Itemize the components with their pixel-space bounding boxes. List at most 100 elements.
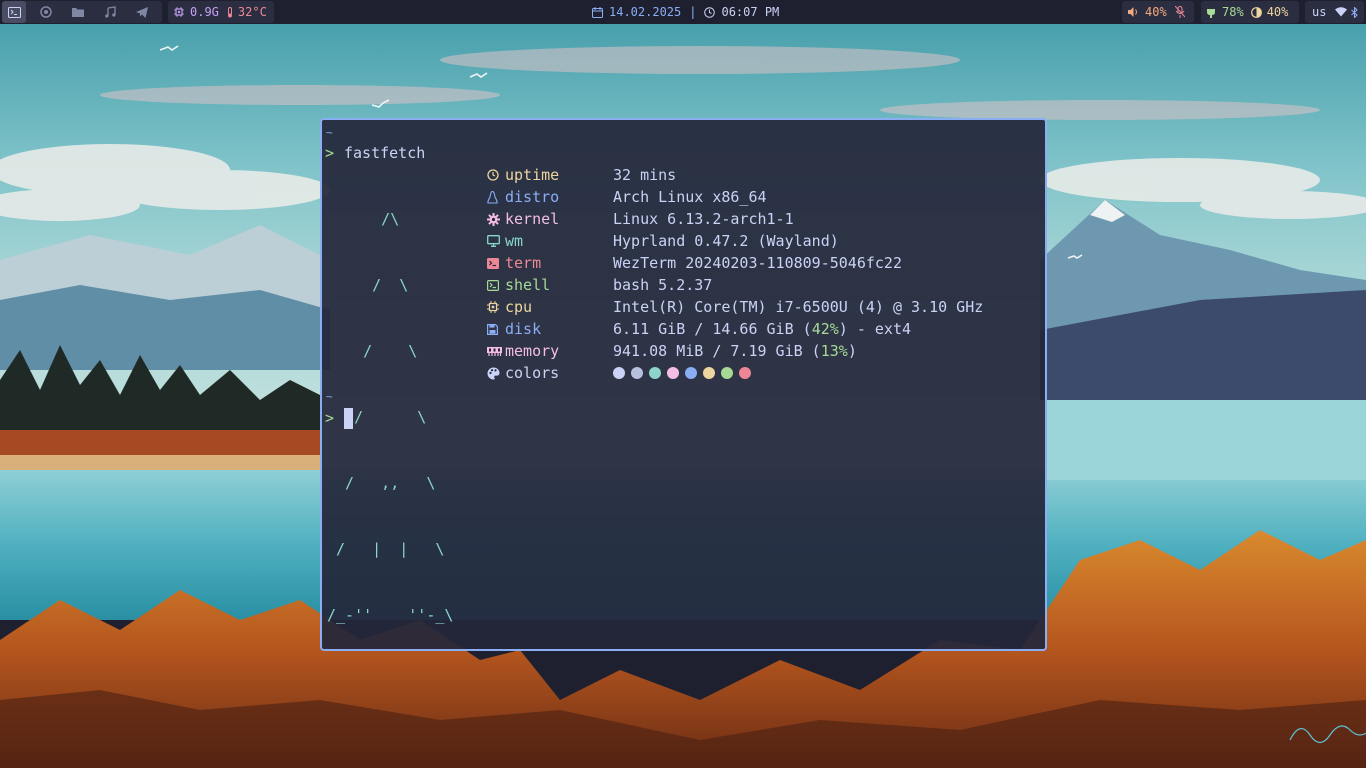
memory-icon <box>487 340 505 362</box>
info-row-kernel: kernel Linux 6.13.2-arch1-1 <box>487 208 794 230</box>
workspace-music[interactable] <box>98 1 122 23</box>
info-value: 6.11 GiB / 14.66 GiB (42%) - ext4 <box>613 318 911 340</box>
disk-fs-text: ) - ext4 <box>838 320 912 338</box>
memory-usage-text: 941.08 MiB / 7.19 GiB ( <box>613 342 821 360</box>
clock-icon <box>704 6 716 18</box>
clock-separator: | <box>689 5 697 19</box>
memory-usage-percent: 13% <box>820 342 848 360</box>
info-value: Linux 6.13.2-arch1-1 <box>613 210 794 228</box>
workspaces <box>2 1 162 23</box>
palette-dot <box>613 367 625 379</box>
wifi-icon[interactable] <box>1335 7 1348 17</box>
volume-icon <box>1128 7 1137 17</box>
info-key: distro <box>505 188 560 206</box>
memory-usage: 0.9G <box>190 5 219 19</box>
folder-icon <box>72 8 84 17</box>
palette-dot <box>631 367 643 379</box>
thermometer-icon <box>227 6 232 17</box>
info-key: wm <box>505 232 524 250</box>
brightness-icon <box>1250 6 1262 18</box>
clock[interactable]: 14.02.2025 | 06:07 PM <box>586 1 782 23</box>
color-palette <box>613 362 751 384</box>
logo-line: / | | \ <box>327 540 445 558</box>
prompt-symbol: > <box>325 144 335 162</box>
info-row-wm: wm Hyprland 0.47.2 (Wayland) <box>487 230 839 252</box>
gear-icon <box>487 208 505 230</box>
logo-line: /_-'' ''-_\ <box>327 606 454 624</box>
workspace-browser[interactable] <box>34 1 58 23</box>
volume-level: 40% <box>1145 5 1167 19</box>
info-value: 941.08 MiB / 7.19 GiB (13%) <box>613 340 857 362</box>
terminal-icon <box>487 252 505 274</box>
top-bar: 0.9G 32°C 14.02.2025 | 06:07 PM 40% 78% … <box>0 0 1366 24</box>
info-row-distro: distro Arch Linux x86_64 <box>487 186 767 208</box>
time-label: 06:07 PM <box>721 5 780 19</box>
info-key: shell <box>505 276 551 294</box>
logo-line: / \ <box>327 342 418 360</box>
info-row-uptime: uptime 32 mins <box>487 164 676 186</box>
date-label: 14.02.2025 <box>609 5 682 19</box>
cwd-indicator: ~ <box>326 390 333 403</box>
cpu-temperature: 32°C <box>237 5 267 19</box>
mic-muted-icon[interactable] <box>1174 6 1185 18</box>
bluetooth-icon[interactable] <box>1351 6 1359 18</box>
info-key: term <box>505 254 542 272</box>
palette-dot <box>685 367 697 379</box>
logo-line: /\ <box>327 210 400 228</box>
battery-charging-icon <box>1207 6 1215 18</box>
keyboard-layout[interactable]: us <box>1312 5 1326 19</box>
workspace-terminal[interactable] <box>2 1 26 23</box>
palette-dot <box>649 367 661 379</box>
info-row-cpu: cpu Intel(R) Core(TM) i7-6500U (4) @ 3.1… <box>487 296 983 318</box>
battery-level: 78% <box>1222 5 1244 19</box>
info-value: Arch Linux x86_64 <box>613 188 767 206</box>
info-row-colors: colors <box>487 362 751 384</box>
command-text: fastfetch <box>344 144 426 162</box>
info-key: uptime <box>505 166 560 184</box>
terminal-window[interactable]: ~ > fastfetch /\ / \ / \ / \ / ,, \ / | … <box>320 118 1047 651</box>
brightness-level: 40% <box>1266 5 1289 19</box>
monitor-icon <box>487 230 505 252</box>
browser-icon <box>40 6 52 18</box>
info-row-memory: memory 941.08 MiB / 7.19 GiB (13%) <box>487 340 857 362</box>
system-stats: 0.9G 32°C <box>168 1 274 23</box>
palette-dot <box>703 367 715 379</box>
palette-dot <box>721 367 733 379</box>
save-icon <box>487 318 505 340</box>
workspace-files[interactable] <box>66 1 90 23</box>
info-key: disk <box>505 320 542 338</box>
cpu-icon <box>487 296 505 318</box>
info-key: colors <box>505 364 560 382</box>
music-icon <box>105 6 116 18</box>
calendar-icon <box>592 6 603 18</box>
info-value: Hyprland 0.47.2 (Wayland) <box>613 232 839 250</box>
info-value: bash 5.2.37 <box>613 276 713 294</box>
info-value: Intel(R) Core(TM) i7-6500U (4) @ 3.10 GH… <box>613 298 984 316</box>
audio-controls[interactable]: 40% <box>1122 1 1194 23</box>
info-key: memory <box>505 342 560 360</box>
power-stats: 78% 40% <box>1201 1 1299 23</box>
info-row-term: term WezTerm 20240203-110809-5046fc22 <box>487 252 902 274</box>
workspace-telegram[interactable] <box>130 1 154 23</box>
memory-usage-close: ) <box>847 342 857 360</box>
clock-icon <box>487 164 505 186</box>
shell-icon <box>487 274 505 296</box>
cwd-indicator: ~ <box>326 126 333 139</box>
linux-icon <box>487 186 505 208</box>
tray: us <box>1305 1 1364 23</box>
palette-dot <box>739 367 751 379</box>
info-row-disk: disk 6.11 GiB / 14.66 GiB (42%) - ext4 <box>487 318 911 340</box>
info-key: kernel <box>505 210 560 228</box>
telegram-icon <box>136 6 148 18</box>
palette-icon <box>487 362 505 384</box>
palette-dot <box>667 367 679 379</box>
disk-usage-percent: 42% <box>811 320 839 338</box>
terminal-icon <box>7 6 21 18</box>
cpu-icon <box>174 7 184 17</box>
prompt-symbol: > <box>325 409 335 427</box>
info-key: cpu <box>505 298 533 316</box>
info-value: WezTerm 20240203-110809-5046fc22 <box>613 254 902 272</box>
logo-line: / \ <box>327 276 409 294</box>
text-cursor[interactable] <box>344 408 353 429</box>
info-value: 32 mins <box>613 166 677 184</box>
